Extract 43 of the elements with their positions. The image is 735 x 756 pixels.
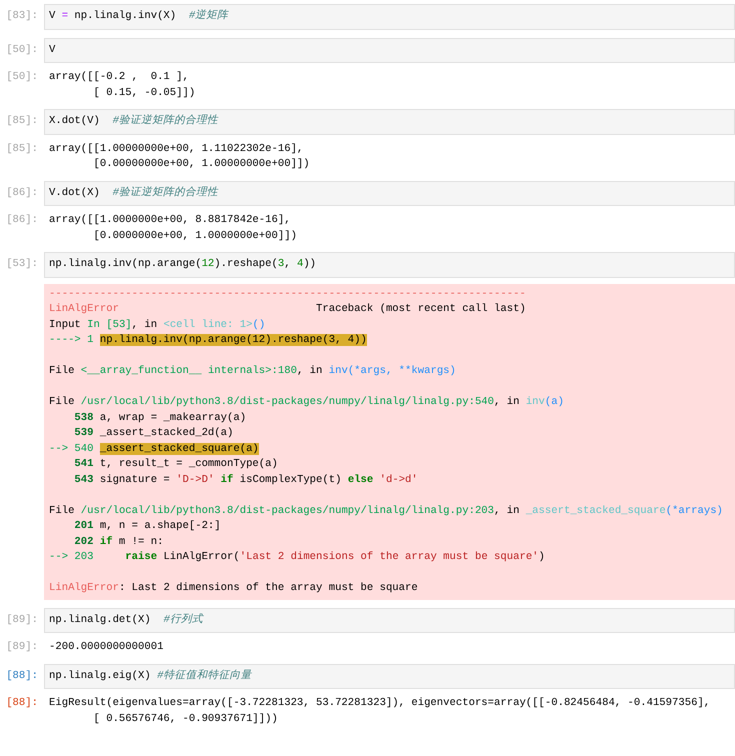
prompt-label: [89]: — [5, 612, 39, 628]
traceback-line: --> 203 raise LinAlgError('Last 2 dimensions of the array must be square') — [49, 550, 546, 565]
prompt-label: [88]: — [5, 696, 39, 711]
traceback-line: File /usr/local/lib/python3.8/dist-packages/numpy/linalg/linalg.py:540, in inv(a) — [49, 395, 565, 410]
traceback-line: File <__array_function__ internals>:180, in inv(*args, **kwargs) — [49, 364, 457, 379]
code-input[interactable]: V — [44, 38, 735, 63]
prompt-label: [89]: — [5, 640, 39, 655]
traceback-line: 201 m, n = a.shape[-2:] — [73, 519, 222, 534]
traceback-line: File /usr/local/lib/python3.8/dist-packages/numpy/linalg/linalg.py:203, in _assert_stacked_square(*arrays) — [49, 504, 724, 518]
output-line: -200.0000000000001 — [49, 640, 164, 655]
code-input[interactable]: X.dot(V) #验证逆矩阵的合理性 — [44, 109, 735, 134]
prompt-label: [85]: — [5, 114, 39, 129]
prompt-label: [86]: — [5, 213, 39, 228]
output-line: [ 0.56576746, -0.90937671]])) — [92, 712, 279, 726]
output-line: array([[1.0000000e+00, 8.8817842e-16], — [49, 213, 292, 228]
prompt-label: [50]: — [5, 70, 39, 85]
prompt-label: [53]: — [5, 257, 39, 272]
output-line: EigResult(eigenvalues=array([-3.72281323, 53.72281323]), eigenvectors=array([[-0.82456484, -0.41597356], — [49, 696, 712, 711]
prompt-label: [50]: — [5, 42, 39, 58]
traceback-line: LinAlgError: Last 2 dimensions of the array must be square — [49, 581, 419, 596]
output-line: [0.00000000e+00, 1.00000000e+00]]) — [92, 157, 311, 172]
traceback-line: 539 _assert_stacked_2d(a) — [73, 426, 234, 441]
code-input[interactable]: V = np.linalg.inv(X) #逆矩阵 — [44, 4, 735, 30]
traceback-line: ----> 1 np.linalg.inv(np.arange(12).reshape(3, 4)) — [49, 333, 368, 348]
traceback-line: 202 if m != n: — [73, 534, 164, 550]
code-input[interactable]: np.linalg.inv(np.arange(12).reshape(3, 4)) — [44, 252, 735, 278]
output-line: array([[1.00000000e+00, 1.11022302e-16], — [49, 142, 304, 156]
prompt-label: [86]: — [5, 186, 39, 200]
traceback-line: LinAlgError Traceback (most recent call last) — [49, 302, 527, 317]
code-input[interactable]: V.dot(X) #验证逆矩阵的合理性 — [44, 180, 735, 206]
code-input[interactable]: np.linalg.eig(X) #特征值和特征向量 — [44, 664, 735, 689]
output-line: array([[-0.2 , 0.1 ], — [49, 70, 190, 85]
prompt-label: [85]: — [5, 142, 39, 156]
traceback-line: 538 a, wrap = _makearray(a) — [73, 410, 248, 426]
output-line: [0.0000000e+00, 1.0000000e+00]]) — [92, 228, 298, 244]
traceback-line: 543 signature = 'D->D' if isComplexType(t) else 'd->d' — [73, 472, 419, 488]
traceback-line: 541 t, result_t = _commonType(a) — [73, 457, 279, 472]
output-line: [ 0.15, -0.05]]) — [92, 86, 196, 100]
traceback-line: --------------------------------------------------------------------------- — [49, 286, 527, 302]
traceback-line: Input In [53], in <cell line: 1>() — [49, 318, 266, 332]
prompt-label: [83]: — [5, 9, 39, 24]
prompt-label: [88]: — [5, 668, 39, 684]
code-input[interactable]: np.linalg.det(X) #行列式 — [44, 608, 735, 633]
